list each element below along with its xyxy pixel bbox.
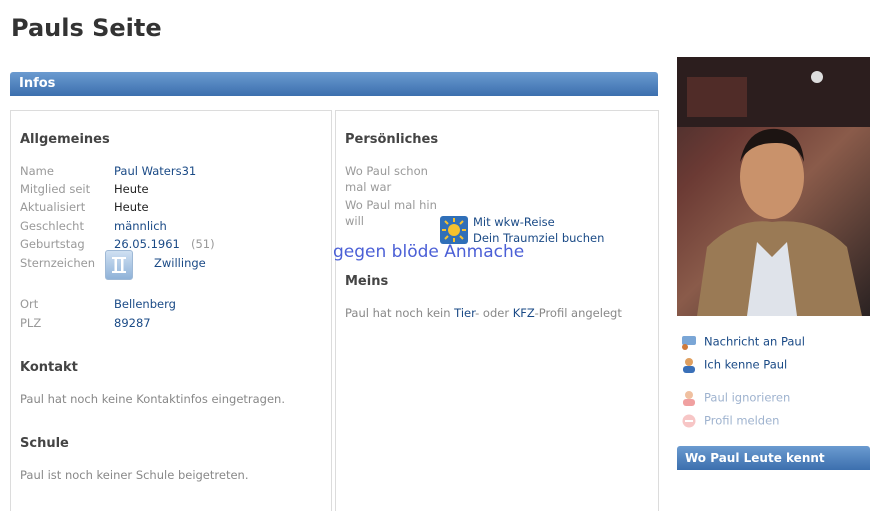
wo-paul-leute-kennt-title: Wo Paul Leute kennt [685,451,825,465]
allgemeines-heading: Allgemeines [20,132,110,147]
sun-icon[interactable] [440,216,468,244]
schule-text: Paul ist noch keiner Schule beigetreten. [20,468,249,482]
report-button[interactable]: Profil melden [680,413,779,429]
tier-link[interactable]: Tier [454,306,475,320]
infos-title: Infos [19,76,56,91]
travel-line-1[interactable]: Mit wkw-Reise [473,214,604,230]
label-zip: PLZ [20,316,42,330]
wo-paul-leute-kennt-header: Wo Paul Leute kennt [677,446,870,470]
person-ignore-icon [680,390,698,406]
meins-text: Paul hat noch kein Tier- oder KFZ-Profil… [345,306,622,320]
kontakt-heading: Kontakt [20,360,78,375]
label-updated: Aktualisiert [20,200,86,214]
know-paul-button[interactable]: Ich kenne Paul [680,357,787,373]
label-city: Ort [20,297,39,311]
meins-text-pre: Paul hat noch kein [345,306,455,320]
label-name: Name [20,164,54,178]
infos-header: Infos [10,72,658,96]
value-zodiac[interactable]: Zwillinge [154,256,206,270]
message-icon [680,334,698,350]
message-button[interactable]: Nachricht an Paul [680,334,805,350]
wo-schon-label-2: mal war [345,180,392,194]
value-city[interactable]: Bellenberg [114,297,176,311]
page-title: Pauls Seite [11,14,162,42]
wo-hin-label-1: Wo Paul mal hin [345,198,437,212]
ignore-button[interactable]: Paul ignorieren [680,390,790,406]
message-label[interactable]: Nachricht an Paul [704,335,805,349]
meins-text-post: -Profil angelegt [534,306,622,320]
wo-hin-label-2: will [345,214,364,228]
kontakt-text: Paul hat noch keine Kontaktinfos eingetr… [20,392,286,406]
value-birthday[interactable]: 26.05.1961 [114,237,180,251]
value-updated: Heute [114,200,149,214]
know-paul-label[interactable]: Ich kenne Paul [704,358,787,372]
gemini-icon[interactable] [105,250,133,280]
kfz-link[interactable]: KFZ [513,306,535,320]
overlay-text: gegen blöde Anmache [333,242,525,262]
person-icon [680,357,698,373]
label-member-since: Mitglied seit [20,182,91,196]
left-panel: Allgemeines Name Paul Waters31 Mitglied … [10,110,332,511]
profile-photo[interactable] [677,57,870,316]
value-name[interactable]: Paul Waters31 [114,164,196,178]
label-birthday: Geburtstag [20,237,85,251]
meins-text-mid: - oder [475,306,513,320]
right-panel: Persönliches Wo Paul schon mal war Wo Pa… [335,110,659,511]
label-gender: Geschlecht [20,219,84,233]
report-label[interactable]: Profil melden [704,414,779,428]
label-zodiac: Sternzeichen [20,256,95,270]
value-member-since: Heute [114,182,149,196]
meins-heading: Meins [345,274,389,289]
value-gender[interactable]: männlich [114,219,167,233]
schule-heading: Schule [20,436,69,451]
persoenliches-heading: Persönliches [345,132,439,147]
wo-schon-label-1: Wo Paul schon [345,164,428,178]
report-icon [680,413,698,429]
value-zip[interactable]: 89287 [114,316,151,330]
value-age: (51) [191,237,215,251]
ignore-label[interactable]: Paul ignorieren [704,391,790,405]
